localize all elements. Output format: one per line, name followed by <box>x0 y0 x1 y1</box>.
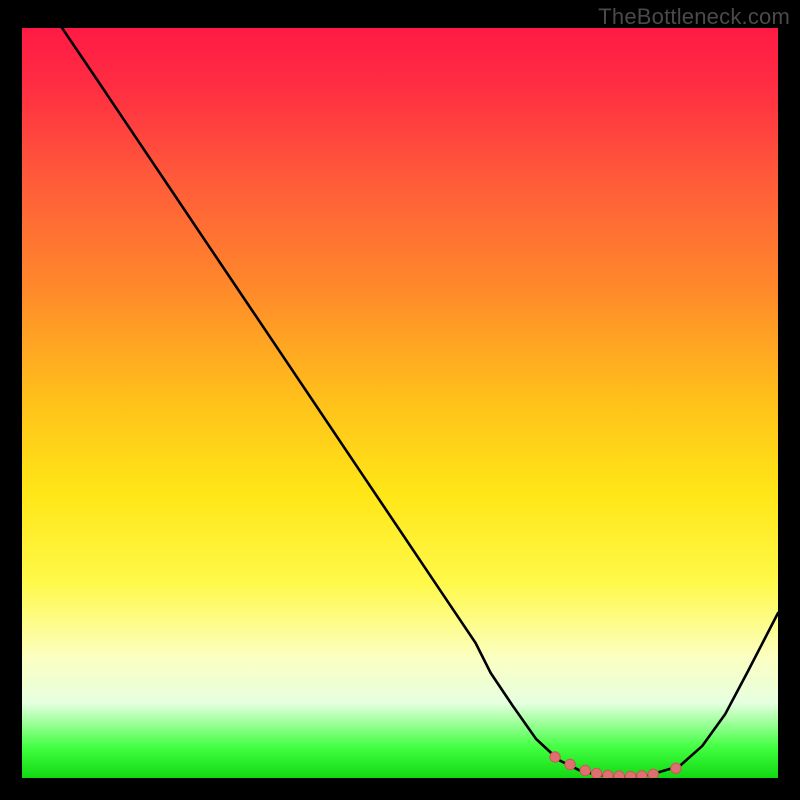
minimum-dot <box>550 752 560 762</box>
minimum-dot <box>565 759 575 769</box>
minimum-dot <box>637 771 647 778</box>
chart-frame: TheBottleneck.com <box>0 0 800 800</box>
plot-area <box>22 28 778 778</box>
minimum-dot <box>580 765 590 775</box>
curve-layer <box>22 28 778 778</box>
minimum-dot <box>648 769 658 778</box>
minimum-dot <box>614 771 624 778</box>
bottleneck-curve <box>62 28 778 777</box>
minimum-dot <box>625 771 635 778</box>
minimum-dot <box>603 770 613 778</box>
minimum-dot <box>671 763 681 773</box>
minimum-band-dots <box>550 752 681 778</box>
minimum-dot <box>591 768 601 778</box>
watermark-text: TheBottleneck.com <box>598 4 790 30</box>
